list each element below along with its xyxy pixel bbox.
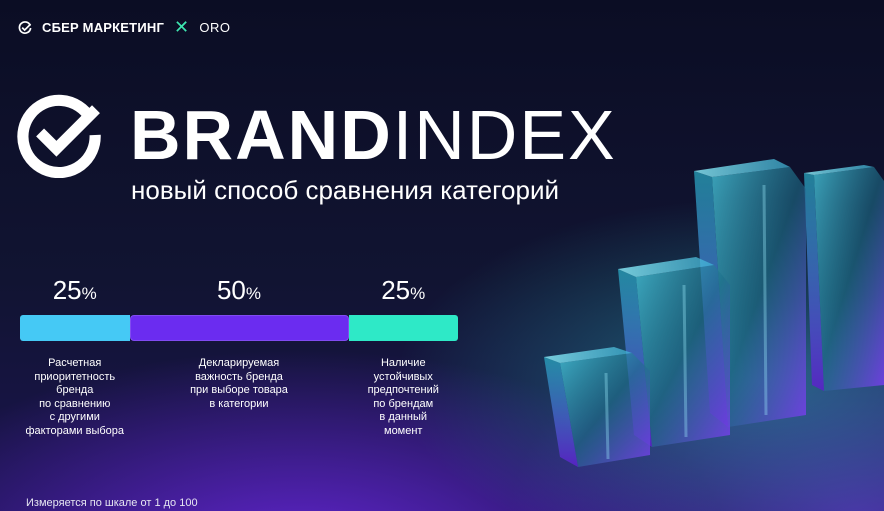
weight-bar [20,315,458,341]
segment-percent-value: 50 [216,275,246,305]
cube-tall-back [804,165,884,391]
percent-labels: 25% 50% 25% [20,275,458,315]
collab-separator-icon: ✕ [174,17,190,37]
sber-marketing-label: СБЕР МАРКЕТИНГ [42,20,165,35]
sber-check-circle-icon [18,20,32,34]
segment-description-3: Наличие устойчивых предпочтений по бренд… [367,357,439,437]
weight-bar-segment-2 [129,315,349,341]
segment-descriptions: Расчетная приоритетность бренда по сравн… [20,357,458,447]
weight-bar-segment-3 [348,315,458,341]
brand-title-bold: BRAND [130,96,393,174]
glass-cubes-illustration [544,159,884,467]
segment-percent-1: 25% [53,275,97,306]
weight-breakdown: 25% 50% 25% Расчетная приоритетность бренд… [20,275,458,447]
segment-percent-value: 25 [381,275,411,305]
cube-small [544,347,650,467]
weight-bar-segment-1 [20,315,130,341]
segment-description-1: Расчетная приоритетность бренда по сравн… [25,357,125,437]
segment-percent-unit: % [81,284,97,303]
segment-percent-3: 25% [381,275,425,306]
oro-label: ORO [199,20,231,35]
scale-footnote: Измеряется по шкале от 1 до 100 [26,497,198,509]
brand-title: BRANDINDEX [16,92,617,178]
partner-logos: СБЕР МАРКЕТИНГ ✕ ORO [18,17,231,37]
brand-check-circle-icon [17,94,101,178]
segment-percent-value: 25 [52,275,82,305]
segment-percent-unit: % [245,284,262,303]
brand-subtitle: новый способ сравнения категорий [131,175,559,205]
segment-percent-2: 50% [217,275,261,306]
segment-percent-unit: % [410,284,426,303]
segment-description-2: Декларируемая важность бренда при выборе… [190,357,288,410]
